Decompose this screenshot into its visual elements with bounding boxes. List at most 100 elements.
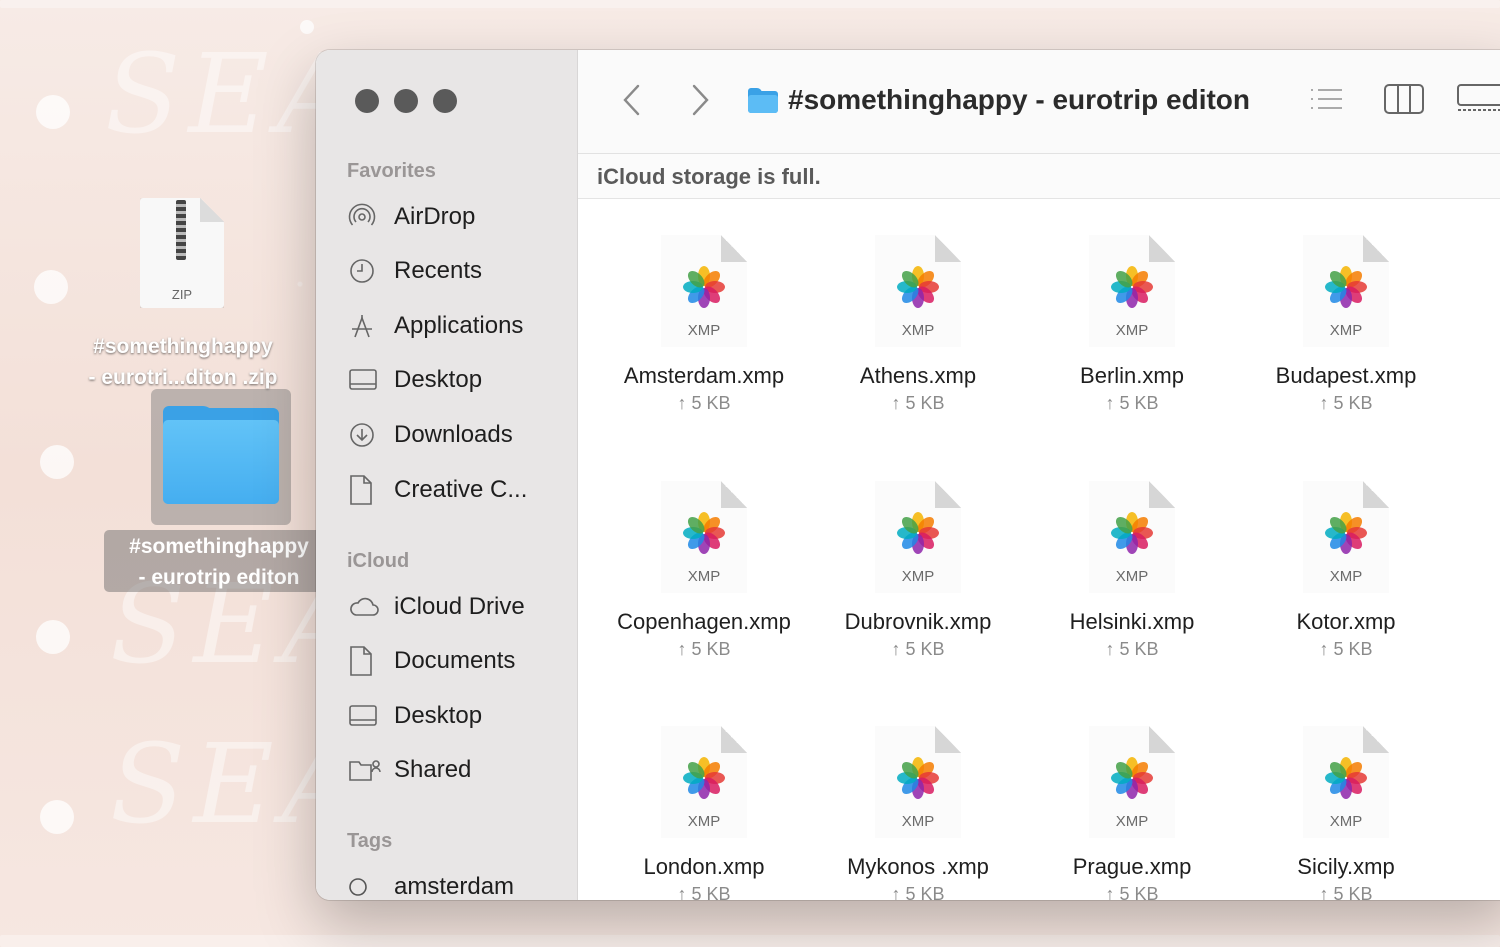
file-item[interactable]: XMP Helsinki.xmp ↑ 5 KB: [1025, 481, 1239, 660]
file-item[interactable]: XMP Budapest.xmp ↑ 5 KB: [1239, 235, 1453, 414]
shared-folder-icon: [348, 755, 386, 785]
zip-icon-label: ZIP: [171, 287, 193, 302]
wallpaper-dot: [40, 445, 74, 479]
file-extension-label: XMP: [901, 813, 935, 830]
wallpaper-dot: [40, 800, 74, 834]
doc-fold: [1363, 481, 1389, 508]
sidebar-item-label: Desktop: [394, 366, 483, 393]
file-item[interactable]: XMP Sicily.xmp ↑ 5 KB: [1239, 726, 1453, 900]
sidebar-item-documents[interactable]: Documents: [348, 641, 515, 681]
xmp-file-icon: XMP: [1089, 481, 1175, 593]
file-name: Copenhagen.xmp: [617, 609, 791, 634]
file-size: ↑ 5 KB: [891, 639, 945, 659]
file-item[interactable]: XMP Prague.xmp ↑ 5 KB: [1025, 726, 1239, 900]
file-name: Budapest.xmp: [1275, 363, 1417, 388]
zoom-window-button[interactable]: [433, 89, 457, 113]
xmp-file-icon: XMP: [875, 235, 961, 347]
sidebar-item-icloud-drive[interactable]: iCloud Drive: [348, 587, 525, 627]
sidebar: Favorites AirDrop Recents Applications D…: [316, 50, 578, 900]
sidebar-item-downloads[interactable]: Downloads: [348, 415, 513, 455]
xmp-file-icon: XMP: [1303, 481, 1389, 593]
sidebar-item-icloud-desktop[interactable]: Desktop: [348, 696, 482, 736]
sidebar-item-tag-amsterdam[interactable]: amsterdam: [348, 867, 514, 900]
photos-flower-icon: [683, 757, 725, 799]
doc-fold: [935, 481, 961, 508]
applications-icon: [348, 311, 386, 341]
close-window-button[interactable]: [355, 89, 379, 113]
photos-flower-icon: [897, 266, 939, 308]
minimize-window-button[interactable]: [394, 89, 418, 113]
sidebar-item-label: Creative C...: [394, 476, 528, 503]
xmp-file-icon: XMP: [1303, 235, 1389, 347]
file-name: London.xmp: [643, 854, 765, 879]
sidebar-item-shared[interactable]: Shared: [348, 750, 471, 790]
banner-text: iCloud storage is full.: [597, 164, 821, 189]
file-item[interactable]: XMP Amsterdam.xmp ↑ 5 KB: [597, 235, 811, 414]
file-size: ↑ 5 KB: [677, 639, 731, 659]
document-icon: [348, 475, 386, 505]
photos-flower-icon: [1111, 266, 1153, 308]
wallpaper-dot: [300, 20, 314, 34]
doc-fold: [721, 235, 747, 262]
doc-fold: [721, 726, 747, 753]
sidebar-item-label: Desktop: [394, 702, 483, 729]
xmp-file-icon: XMP: [1089, 726, 1175, 838]
sidebar-item-applications[interactable]: Applications: [348, 306, 523, 346]
sidebar-item-recents[interactable]: Recents: [348, 251, 482, 291]
doc-fold: [1149, 235, 1175, 262]
list-view-icon: [1311, 89, 1342, 109]
column-view-button[interactable]: [1383, 82, 1425, 121]
window-title: #somethinghappy - eurotrip editon: [748, 84, 1250, 116]
doc-fold: [1149, 726, 1175, 753]
list-view-button[interactable]: [1308, 84, 1344, 119]
file-size: ↑ 5 KB: [1319, 884, 1373, 900]
photos-flower-icon: [897, 512, 939, 554]
file-size: ↑ 5 KB: [891, 884, 945, 900]
photos-flower-icon: [1325, 266, 1367, 308]
photos-flower-icon: [1111, 512, 1153, 554]
sidebar-item-label: amsterdam: [394, 873, 515, 900]
sidebar-item-desktop[interactable]: Desktop: [348, 360, 482, 400]
file-item[interactable]: XMP Berlin.xmp ↑ 5 KB: [1025, 235, 1239, 414]
file-item[interactable]: XMP Mykonos .xmp ↑ 5 KB: [811, 726, 1025, 900]
wallpaper-splatter: [0, 0, 1500, 8]
file-name: Athens.xmp: [859, 363, 977, 388]
file-name: Amsterdam.xmp: [623, 363, 785, 388]
zip-file-corner: [200, 198, 224, 222]
file-item[interactable]: XMP Athens.xmp ↑ 5 KB: [811, 235, 1025, 414]
file-name: Prague.xmp: [1072, 854, 1192, 879]
gallery-view-button[interactable]: [1456, 82, 1500, 121]
file-item[interactable]: XMP Kotor.xmp ↑ 5 KB: [1239, 481, 1453, 660]
photos-flower-icon: [1325, 757, 1367, 799]
file-name: Berlin.xmp: [1080, 363, 1184, 388]
file-size: ↑ 5 KB: [677, 884, 731, 900]
photos-flower-icon: [1111, 757, 1153, 799]
sidebar-item-label: iCloud Drive: [394, 593, 525, 620]
chevron-right-icon: [692, 84, 709, 116]
sidebar-heading-tags: Tags: [347, 830, 393, 852]
photos-flower-icon: [1325, 512, 1367, 554]
wallpaper-dot: [34, 270, 68, 304]
doc-fold: [935, 235, 961, 262]
file-item[interactable]: XMP Copenhagen.xmp ↑ 5 KB: [597, 481, 811, 660]
sidebar-item-label: AirDrop: [394, 203, 476, 230]
back-button[interactable]: [620, 82, 642, 125]
xmp-file-icon: XMP: [1089, 235, 1175, 347]
wallpaper-dot: [36, 95, 70, 129]
file-item[interactable]: XMP Dubrovnik.xmp ↑ 5 KB: [811, 481, 1025, 660]
file-name: Dubrovnik.xmp: [844, 609, 992, 634]
photos-flower-icon: [683, 512, 725, 554]
file-name: Mykonos .xmp: [847, 854, 989, 879]
sidebar-item-creative-cloud[interactable]: Creative C...: [348, 470, 527, 510]
file-name: Sicily.xmp: [1297, 854, 1395, 879]
folder-icon-front: [163, 420, 279, 504]
sidebar-item-label: Applications: [394, 312, 524, 339]
folder-caption-line1: #somethinghappy: [129, 535, 309, 558]
doc-fold: [1363, 726, 1389, 753]
sidebar-item-airdrop[interactable]: AirDrop: [348, 197, 475, 237]
file-item[interactable]: XMP London.xmp ↑ 5 KB: [597, 726, 811, 900]
file-extension-label: XMP: [1115, 813, 1149, 830]
forward-button[interactable]: [690, 82, 712, 125]
zipper-icon: [176, 200, 186, 260]
desktop-icon: [348, 365, 386, 395]
